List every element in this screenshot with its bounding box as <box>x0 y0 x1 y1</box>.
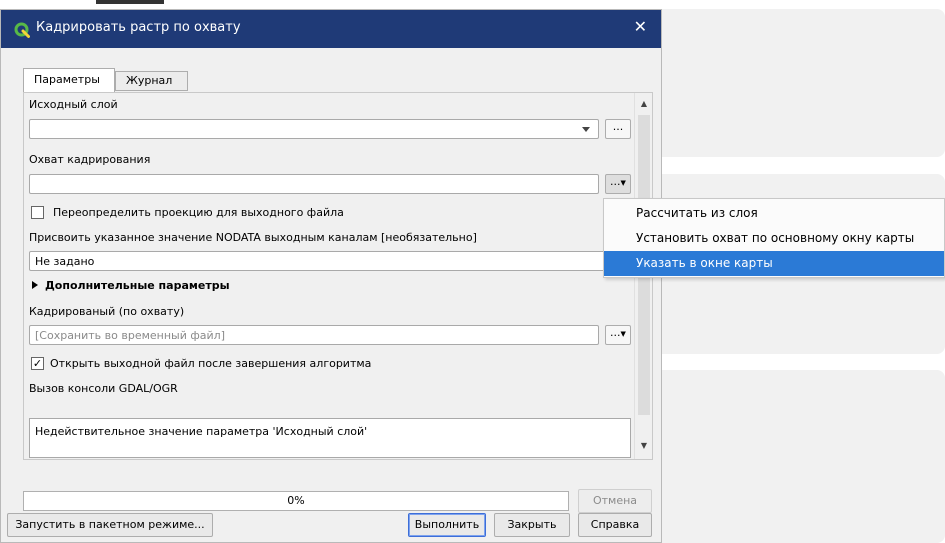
clip-raster-dialog: Кадрировать растр по охвату ✕ Параметры … <box>0 9 662 543</box>
progress-bar: 0% <box>23 491 569 511</box>
title-bar: Кадрировать растр по охвату ✕ <box>1 10 661 48</box>
nodata-label: Присвоить указанное значение NODATA выхо… <box>29 231 477 244</box>
window-title: Кадрировать растр по охвату <box>36 20 241 35</box>
run-button[interactable]: Выполнить <box>408 513 486 537</box>
close-button[interactable]: Закрыть <box>494 513 570 537</box>
input-layer-combobox[interactable] <box>29 119 599 139</box>
cancel-button[interactable]: Отмена <box>578 489 652 513</box>
expand-arrow-icon <box>32 281 38 289</box>
close-icon[interactable]: ✕ <box>634 17 647 36</box>
chevron-down-icon: ▼ <box>620 179 626 187</box>
advanced-parameters-toggle[interactable]: Дополнительные параметры <box>32 279 230 292</box>
output-file-browse-button[interactable]: ...▼ <box>605 325 631 345</box>
tab-parameters[interactable]: Параметры <box>23 68 115 93</box>
scroll-down-icon[interactable]: ▼ <box>635 439 652 453</box>
help-button[interactable]: Справка <box>578 513 652 537</box>
qgis-logo-icon <box>14 22 30 38</box>
input-layer-browse-button[interactable]: ... <box>605 119 631 139</box>
open-output-label: Открыть выходной файл после завершения а… <box>50 357 372 370</box>
scroll-up-icon[interactable]: ▲ <box>635 97 652 111</box>
gdal-console-label: Вызов консоли GDAL/OGR <box>29 382 178 395</box>
chevron-down-icon: ▼ <box>620 330 626 338</box>
menu-item-use-map-canvas-extent[interactable]: Установить охват по основному окну карты <box>604 226 944 251</box>
parameters-panel: Исходный слой ... Охват кадрирования ...… <box>23 92 653 460</box>
chevron-down-icon <box>582 127 590 132</box>
override-projection-label: Переопределить проекцию для выходного фа… <box>53 206 344 219</box>
gdal-console-textarea[interactable]: Недействительное значение параметра 'Исх… <box>29 418 631 458</box>
menu-item-draw-on-canvas[interactable]: Указать в окне карты <box>604 251 944 276</box>
override-projection-checkbox[interactable] <box>31 206 44 219</box>
background-dark-strip <box>96 0 164 4</box>
menu-item-calculate-from-layer[interactable]: Рассчитать из слоя <box>604 201 944 226</box>
extent-label: Охват кадрирования <box>29 153 151 166</box>
input-layer-label: Исходный слой <box>29 98 118 111</box>
open-output-checkbox[interactable]: ✓ <box>31 357 44 370</box>
extent-input[interactable] <box>29 174 599 194</box>
output-label: Кадрированый (по охвату) <box>29 305 185 318</box>
batch-mode-button[interactable]: Запустить в пакетном режиме... <box>7 513 213 537</box>
extent-options-button[interactable]: ...▼ <box>605 174 631 194</box>
extent-context-menu: Рассчитать из слоя Установить охват по о… <box>603 198 945 278</box>
nodata-input[interactable]: Не задано <box>29 251 639 271</box>
tab-log[interactable]: Журнал <box>115 71 188 91</box>
output-file-input[interactable]: [Сохранить во временный файл] <box>29 325 599 345</box>
